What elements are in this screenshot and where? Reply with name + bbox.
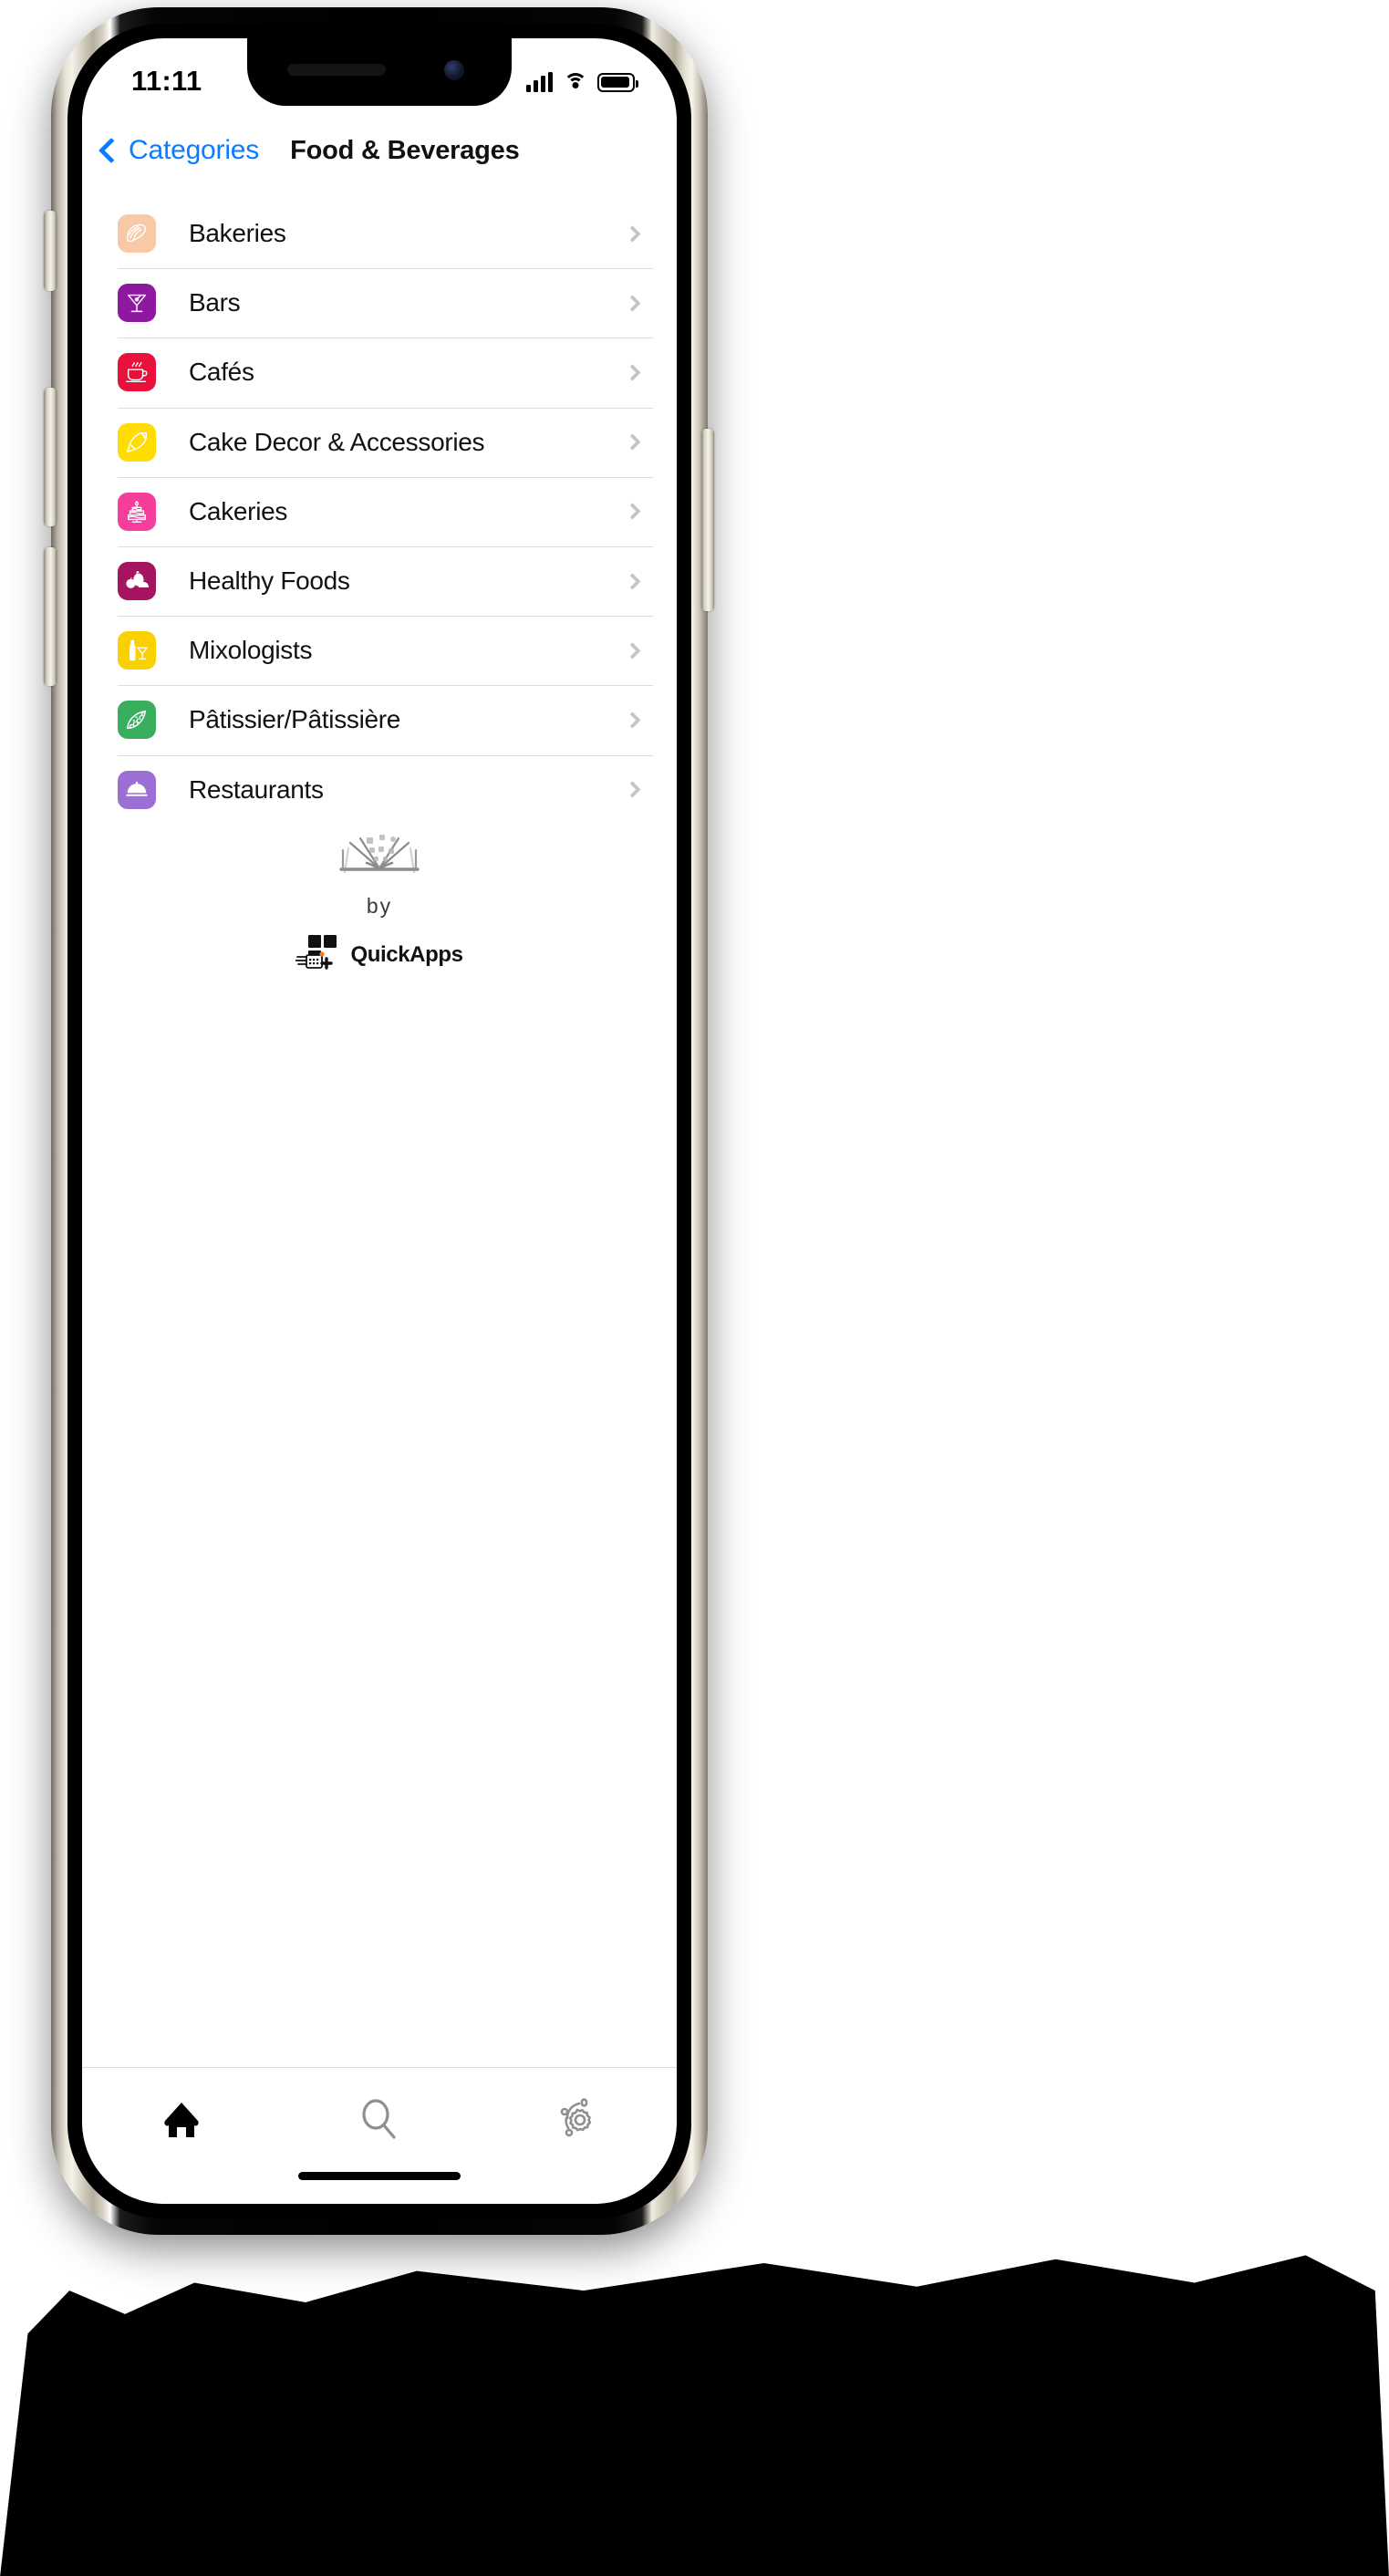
list-item-label: Mixologists: [189, 636, 313, 665]
tab-search[interactable]: [280, 2088, 478, 2152]
battery-full-icon: [597, 72, 638, 92]
list-item-label: Pâtissier/Pâtissière: [189, 705, 401, 734]
category-tile-coffee-cup-icon: [118, 353, 156, 392]
chevron-left-icon: [98, 137, 125, 163]
gear-icon: [561, 2098, 592, 2137]
volume-down-button[interactable]: [44, 547, 57, 686]
chevron-right-icon: [624, 712, 641, 729]
navigation-bar: Categories Food & Beverages: [82, 109, 677, 192]
list-item-label: Cafés: [189, 358, 254, 387]
chevron-right-icon: [624, 295, 641, 312]
martini-glass-icon: [127, 295, 147, 313]
screenshot-stage: 11:11 Categories Food & Beverages Bakeri…: [0, 0, 1389, 2576]
chevron-right-icon: [624, 364, 641, 381]
chevron-right-icon: [624, 781, 641, 798]
tab-home[interactable]: [82, 2088, 280, 2152]
tab-bar: [82, 2067, 677, 2204]
tab-settings[interactable]: [479, 2088, 677, 2152]
earpiece-speaker: [287, 64, 386, 76]
chevron-right-icon: [624, 224, 641, 243]
wifi-icon: [563, 72, 587, 92]
quickapps-logo[interactable]: QuickApps: [295, 933, 463, 970]
list-item-label: Bars: [189, 288, 241, 317]
home-indicator[interactable]: [298, 2172, 461, 2180]
croissant-icon: [126, 224, 147, 243]
list-item[interactable]: Pâtissier/Pâtissière: [82, 685, 677, 754]
list-item[interactable]: Cake Decor & Accessories: [82, 407, 677, 477]
list-item[interactable]: Mixologists: [82, 616, 677, 685]
category-tile-piping-bag-icon: [118, 422, 156, 462]
pastry-icon: [126, 711, 147, 730]
category-tile-fruit-basket-icon: [118, 562, 156, 601]
chevron-right-icon: [624, 433, 641, 451]
tiered-cake-icon: [127, 500, 147, 523]
back-button[interactable]: Categories: [98, 135, 260, 166]
category-tile-cloche-icon: [118, 770, 156, 809]
category-tile-bottle-glass-icon: [118, 631, 156, 670]
open-book-icon: [339, 835, 420, 874]
list-item-label: Bakeries: [189, 219, 286, 248]
category-list: Bakeries Bars Cafés Cake Decor & Accessorie…: [82, 199, 677, 825]
cellular-bars-icon: [526, 72, 553, 92]
phone-screen: 11:11 Categories Food & Beverages Bakeri…: [82, 38, 677, 2204]
category-tile-croissant-icon: [118, 214, 156, 254]
coffee-cup-icon: [126, 362, 148, 383]
mute-switch-button[interactable]: [44, 211, 57, 291]
quickapps-blocks-icon: [295, 935, 337, 970]
chevron-right-icon: [624, 642, 641, 660]
chevron-right-icon: [624, 503, 641, 521]
search-icon: [362, 2099, 396, 2139]
branding-by-label: by: [366, 894, 393, 918]
bottle-glass-icon: [130, 639, 148, 661]
home-icon: [164, 2103, 199, 2137]
category-tile-pastry-icon: [118, 701, 156, 740]
volume-up-button[interactable]: [44, 388, 57, 526]
quickapps-label: QuickApps: [350, 942, 463, 967]
list-item-label: Cakeries: [189, 496, 288, 525]
page-title: Food & Beverages: [290, 135, 520, 165]
cloche-icon: [126, 781, 148, 796]
category-tile-tiered-cake-icon: [118, 492, 156, 531]
status-indicators: [526, 72, 638, 92]
chevron-right-icon: [624, 572, 641, 590]
status-time: 11:11: [131, 65, 202, 97]
list-item-label: Cake Decor & Accessories: [189, 427, 485, 456]
power-button[interactable]: [701, 429, 714, 611]
list-item[interactable]: Bakeries: [82, 199, 677, 268]
list-item[interactable]: Cafés: [82, 338, 677, 407]
front-camera-icon: [444, 60, 464, 80]
display-notch: [247, 38, 512, 106]
device-drop-shadow: [0, 2255, 1389, 2576]
piping-bag-icon: [126, 431, 148, 452]
branding-footer: by QuickApps: [82, 828, 677, 970]
list-item[interactable]: Cakeries: [82, 476, 677, 546]
fruit-basket-icon: [126, 570, 150, 588]
list-item[interactable]: Healthy Foods: [82, 545, 677, 616]
list-item[interactable]: Restaurants: [82, 754, 677, 825]
list-item-label: Healthy Foods: [189, 566, 350, 596]
category-tile-martini-glass-icon: [118, 284, 156, 323]
back-button-label: Categories: [129, 135, 260, 165]
list-item[interactable]: Bars: [82, 268, 677, 338]
list-item-label: Restaurants: [189, 774, 324, 804]
